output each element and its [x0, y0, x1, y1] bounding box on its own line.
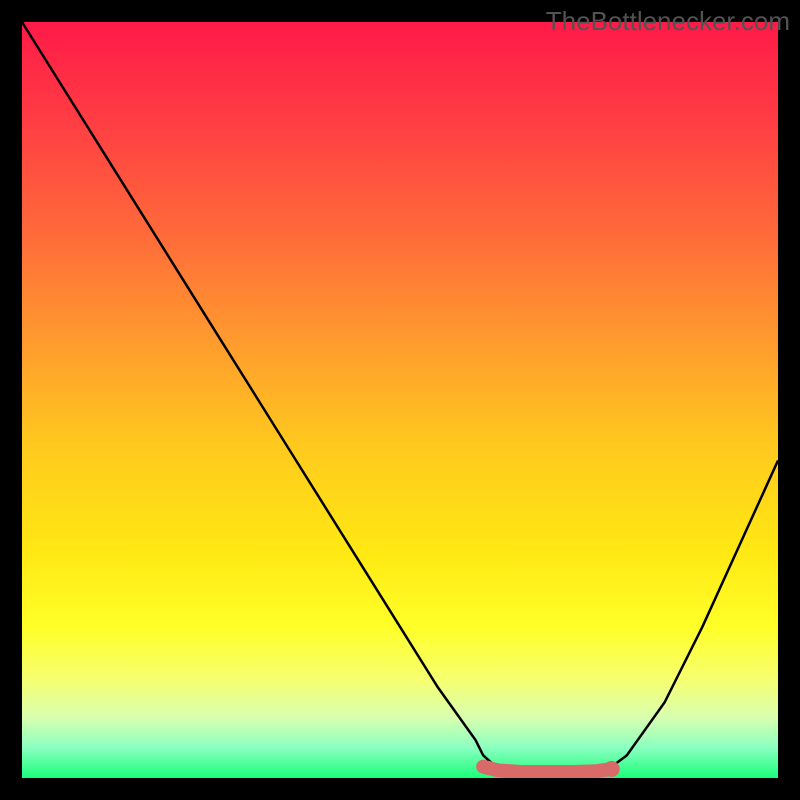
watermark-text: TheBottlenecker.com — [546, 6, 790, 37]
plot-area — [22, 22, 778, 778]
chart-container — [22, 22, 778, 778]
bottleneck-curve — [22, 22, 778, 772]
optimal-end-marker — [604, 761, 620, 777]
optimal-zone — [483, 767, 612, 772]
